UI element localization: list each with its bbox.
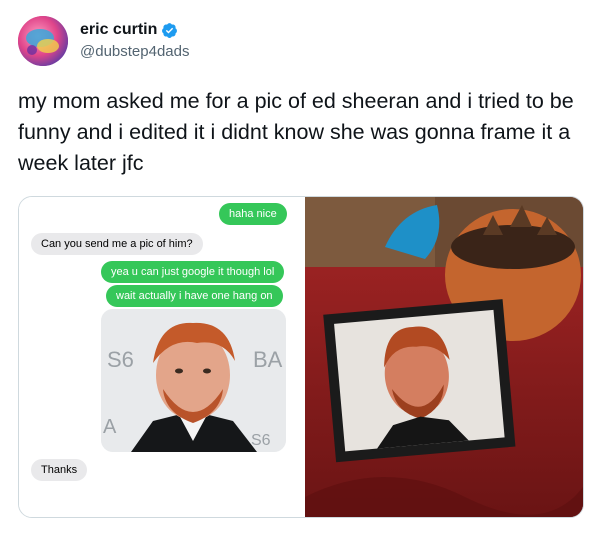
framed-photo-image bbox=[305, 197, 583, 517]
message-bubble-incoming: Thanks bbox=[31, 459, 88, 481]
text-message-screenshot: haha nice Can you send me a pic of him? … bbox=[19, 197, 303, 517]
tweet-header: eric curtin @dubstep4dads bbox=[18, 16, 578, 72]
message-bubble-outgoing: wait actually i have one hang on bbox=[106, 285, 283, 307]
avatar-image bbox=[18, 16, 68, 66]
verified-badge-icon bbox=[162, 22, 178, 38]
backdrop-text-left: S6 bbox=[107, 347, 134, 372]
message-photo: S6 BA A S6 bbox=[101, 309, 286, 452]
tweet-media[interactable]: haha nice Can you send me a pic of him? … bbox=[18, 196, 584, 518]
message-bubble-incoming: Can you send me a pic of him? bbox=[31, 233, 203, 255]
message-bubble-outgoing: haha nice bbox=[219, 203, 287, 225]
backdrop-text-right: BA bbox=[253, 347, 283, 372]
backdrop-text-bottom-left: A bbox=[103, 416, 117, 438]
avatar[interactable] bbox=[18, 16, 68, 66]
author-handle[interactable]: @dubstep4dads bbox=[80, 43, 189, 60]
message-bubble-outgoing: yea u can just google it though lol bbox=[101, 261, 285, 283]
tweet-text: my mom asked me for a pic of ed sheeran … bbox=[18, 89, 574, 175]
author-name[interactable]: eric curtin bbox=[80, 21, 157, 39]
backdrop-text-bottom-right: S6 bbox=[251, 432, 271, 449]
